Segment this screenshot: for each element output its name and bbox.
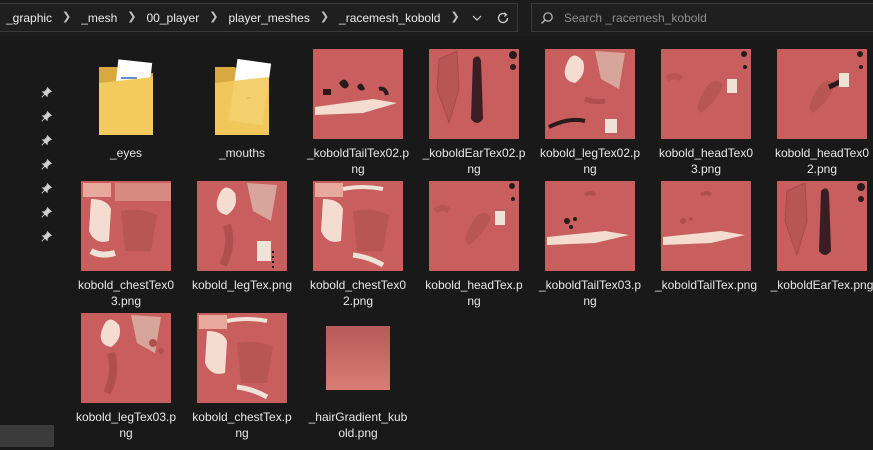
file-name: kobold_chestTex.png xyxy=(192,410,292,440)
texture-thumbnail xyxy=(545,49,635,139)
file-name: kobold_legTex03.png xyxy=(75,410,177,440)
texture-thumbnail xyxy=(313,181,403,271)
file-name: kobold_chestTex02.png xyxy=(309,278,407,308)
pin-icon xyxy=(40,110,52,122)
image-item[interactable]: _koboldTailTex03.png xyxy=(536,178,644,309)
search-icon xyxy=(532,4,562,31)
file-name: _koboldEarTex.png xyxy=(770,278,873,292)
image-item[interactable]: _hairGradient_kubold.png xyxy=(304,310,412,441)
pin-icon xyxy=(40,134,52,146)
chevron-down-icon xyxy=(472,15,482,21)
file-name: _koboldEarTex02.png xyxy=(422,146,526,176)
texture-thumbnail xyxy=(545,181,635,271)
breadcrumb-item[interactable]: _graphic xyxy=(4,11,54,25)
folder-item[interactable]: _mouths xyxy=(188,46,296,161)
gradient-thumbnail xyxy=(326,326,390,390)
search-box[interactable] xyxy=(531,3,873,32)
folder-item[interactable]: _eyes xyxy=(72,46,180,161)
file-grid: _eyes _mouths _koboldTailTex02.png _kobo… xyxy=(72,46,873,450)
file-name: _koboldTailTex.png xyxy=(654,278,758,292)
file-name: kobold_headTex.png xyxy=(425,278,523,308)
image-item[interactable]: kobold_legTex02.png xyxy=(536,46,644,177)
pin-icon xyxy=(40,182,52,194)
file-name: kobold_headTex03.png xyxy=(658,146,754,176)
refresh-button[interactable] xyxy=(489,4,517,31)
pin-icon xyxy=(40,230,52,242)
image-item[interactable]: kobold_headTex.png xyxy=(420,178,528,309)
pin-icon xyxy=(40,206,52,218)
texture-thumbnail xyxy=(197,181,287,271)
chevron-right-icon[interactable]: ❯ xyxy=(54,12,79,23)
image-item[interactable]: _koboldTailTex.png xyxy=(652,178,760,293)
texture-thumbnail xyxy=(81,313,171,403)
file-name: kobold_headTex02.png xyxy=(774,146,870,176)
image-item[interactable]: kobold_headTex03.png xyxy=(652,46,760,177)
image-item[interactable]: _koboldEarTex.png xyxy=(768,178,873,293)
address-history-button[interactable] xyxy=(467,4,487,31)
chevron-right-icon[interactable]: ❯ xyxy=(201,12,226,23)
address-bar[interactable]: _graphic ❯ _mesh ❯ 00_player ❯ player_me… xyxy=(0,3,518,32)
texture-thumbnail xyxy=(429,49,519,139)
texture-thumbnail xyxy=(777,181,867,271)
image-item[interactable]: _koboldTailTex02.png xyxy=(304,46,412,177)
texture-thumbnail xyxy=(313,49,403,139)
image-item[interactable]: kobold_headTex02.png xyxy=(768,46,873,177)
pin-icon xyxy=(40,86,52,98)
chevron-right-icon[interactable]: ❯ xyxy=(119,12,144,23)
image-item[interactable]: kobold_chestTex03.png xyxy=(72,178,180,309)
refresh-icon xyxy=(497,11,509,23)
texture-thumbnail xyxy=(197,313,287,403)
folder-icon xyxy=(99,59,153,135)
navigation-pane xyxy=(0,36,56,450)
texture-thumbnail xyxy=(429,181,519,271)
image-item[interactable]: kobold_legTex03.png xyxy=(72,310,180,441)
file-name: kobold_legTex02.png xyxy=(539,146,641,176)
nav-item-selected[interactable] xyxy=(0,425,54,447)
texture-thumbnail xyxy=(777,49,867,139)
folder-icon xyxy=(215,58,272,135)
file-name: kobold_chestTex03.png xyxy=(77,278,175,308)
search-input[interactable] xyxy=(562,9,856,26)
breadcrumb-item[interactable]: _mesh xyxy=(79,11,119,25)
breadcrumb-item[interactable]: 00_player xyxy=(145,11,202,25)
pin-icon xyxy=(40,158,52,170)
texture-thumbnail xyxy=(661,181,751,271)
chevron-right-icon[interactable]: ❯ xyxy=(312,12,337,23)
chevron-right-icon[interactable]: ❯ xyxy=(442,12,467,23)
file-name: kobold_legTex.png xyxy=(191,278,293,292)
breadcrumb-item[interactable]: player_meshes xyxy=(226,11,311,25)
file-name: _koboldTailTex02.png xyxy=(306,146,410,176)
texture-thumbnail xyxy=(661,49,751,139)
file-name: _hairGradient_kubold.png xyxy=(308,410,408,440)
toolbar: _graphic ❯ _mesh ❯ 00_player ❯ player_me… xyxy=(0,0,873,36)
file-name: _eyes xyxy=(109,146,143,160)
image-item[interactable]: _koboldEarTex02.png xyxy=(420,46,528,177)
breadcrumb: _graphic ❯ _mesh ❯ 00_player ❯ player_me… xyxy=(0,4,468,31)
texture-thumbnail xyxy=(81,181,171,271)
image-item[interactable]: kobold_chestTex02.png xyxy=(304,178,412,309)
file-name: _mouths xyxy=(218,146,266,160)
breadcrumb-item[interactable]: _racemesh_kobold xyxy=(337,11,442,25)
image-item[interactable]: kobold_legTex.png xyxy=(188,178,296,293)
file-name: _koboldTailTex03.png xyxy=(538,278,642,308)
image-item[interactable]: kobold_chestTex.png xyxy=(188,310,296,441)
